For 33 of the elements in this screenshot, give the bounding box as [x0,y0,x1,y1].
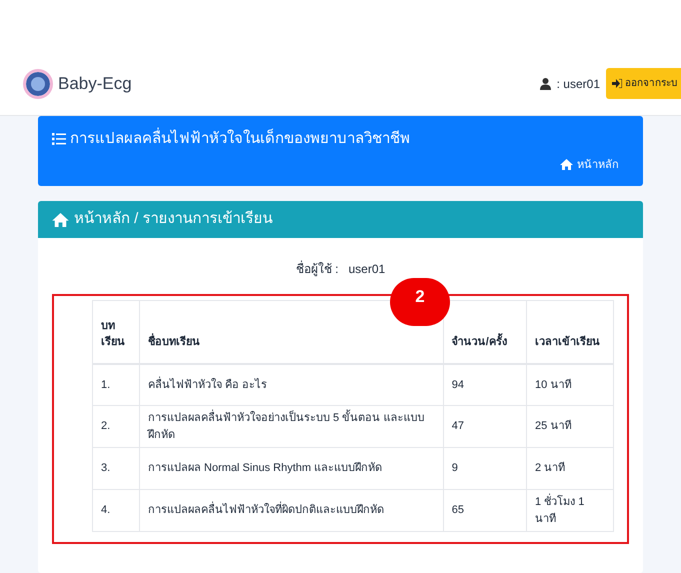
table-cell: 3. [101,462,110,474]
sign-out-icon [612,79,622,88]
column-header: เวลาเข้าเรียน [534,336,600,348]
table-cell: 1 ชั่วโมง 1 นาที [534,496,584,524]
table-cell: 10 นาที [534,378,572,390]
table-cell: คลื่นไฟฟ้าหัวใจ คือ อะไร [148,378,268,390]
home-icon [560,159,573,170]
list-icon [52,133,66,146]
username-label: ชื่อผู้ใช้ : [296,260,338,278]
table-cell: 1. [101,378,110,390]
home-icon [52,212,69,226]
home-link[interactable]: หน้าหลัก [560,156,619,173]
table-cell: 94 [452,378,464,390]
table-cell: 9 [452,462,458,474]
user-label: : user01 [556,76,600,92]
table-cell: 2 นาที [534,462,566,474]
logout-button[interactable]: ออกจากระบ [606,68,681,99]
banner-title: การแปลผลคลื่นไฟฟ้าหัวใจในเด็กของพยาบาลวิชาชีพ [70,128,410,150]
table-cell: 4. [101,504,110,516]
breadcrumb: หน้าหลัก / รายงานการเข้าเรียน [74,209,273,230]
table-cell: การแปลผลคลื่นไฟฟ้าหัวใจที่ผิดปกติและแบบฝึกหัด [148,504,384,516]
annotation-badge: 2 [390,278,450,326]
table-cell: 65 [452,504,464,516]
table-cell: 2. [101,420,110,432]
user-icon [540,78,551,90]
table-cell: 25 นาที [534,420,572,432]
username-value: user01 [348,261,386,278]
table-cell: 47 [452,420,464,432]
column-header: บท เรียน [101,318,126,350]
table-cell: การแปลผลคลื่นฟ้าหัวใจอย่างเป็นระบบ 5 ขั้นตอน และแบบฝึกหัด [148,412,424,440]
table-cell: การแปลผล Normal Sinus Rhythm และแบบฝึกหัด [148,462,382,474]
logo-icon [26,72,50,96]
brand-name[interactable]: Baby-Ecg [58,70,132,96]
